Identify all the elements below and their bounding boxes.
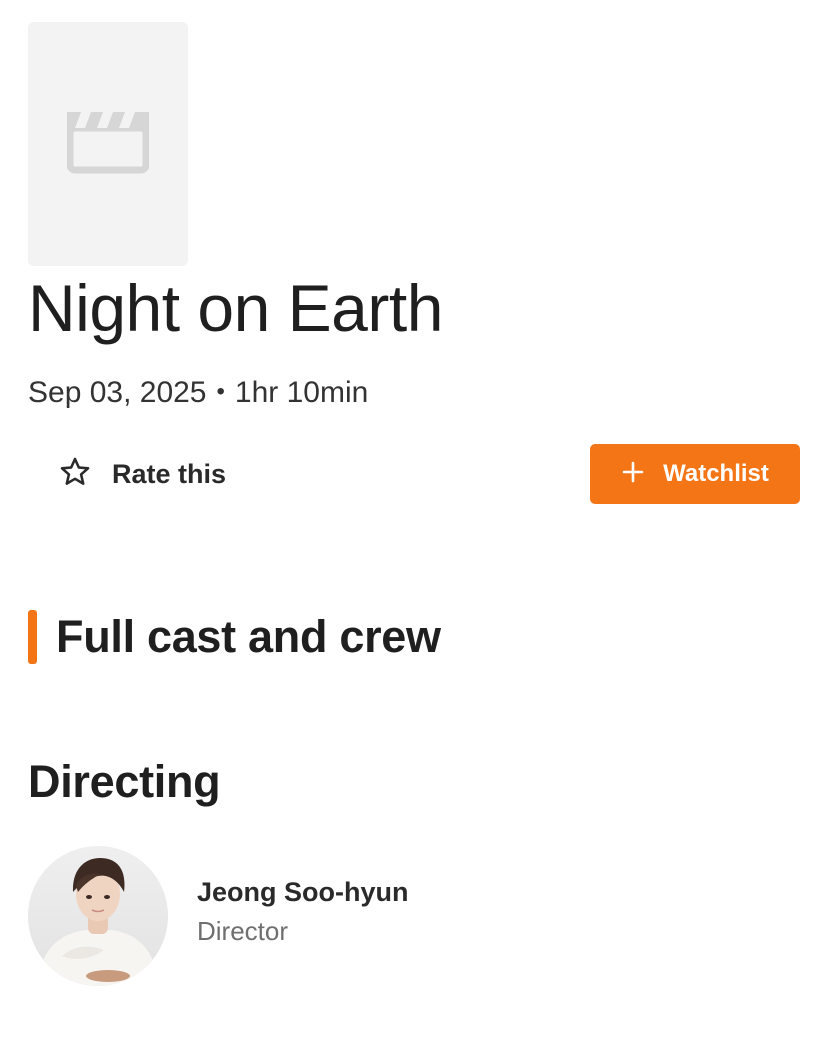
watchlist-label: Watchlist: [663, 460, 769, 487]
movie-detail-page: Night on Earth Sep 03, 2025 • 1hr 10min Ra…: [0, 0, 828, 1043]
crew-member-text: Jeong Soo-hyun Director: [197, 877, 409, 947]
full-cast-crew-heading[interactable]: Full cast and crew: [56, 611, 441, 663]
star-outline-icon: [58, 455, 92, 494]
movie-poster-placeholder: [28, 22, 188, 266]
directing-heading: Directing: [28, 756, 221, 807]
release-date: Sep 03, 2025: [28, 376, 207, 409]
movie-title: Night on Earth: [28, 271, 443, 345]
avatar: [28, 846, 168, 986]
crew-member-name: Jeong Soo-hyun: [197, 877, 409, 907]
section-accent-bar: [28, 610, 37, 664]
plus-icon: [621, 460, 663, 489]
clapperboard-icon: [66, 110, 150, 179]
crew-member-role: Director: [197, 916, 289, 946]
rate-this-button[interactable]: Rate this: [58, 452, 226, 496]
meta-separator: •: [216, 378, 225, 405]
rate-this-label: Rate this: [112, 458, 227, 489]
add-to-watchlist-button[interactable]: Watchlist: [590, 444, 800, 504]
crew-member-item[interactable]: Jeong Soo-hyun Director: [28, 846, 409, 986]
movie-meta: Sep 03, 2025 • 1hr 10min: [28, 376, 368, 410]
runtime: 1hr 10min: [234, 376, 369, 409]
